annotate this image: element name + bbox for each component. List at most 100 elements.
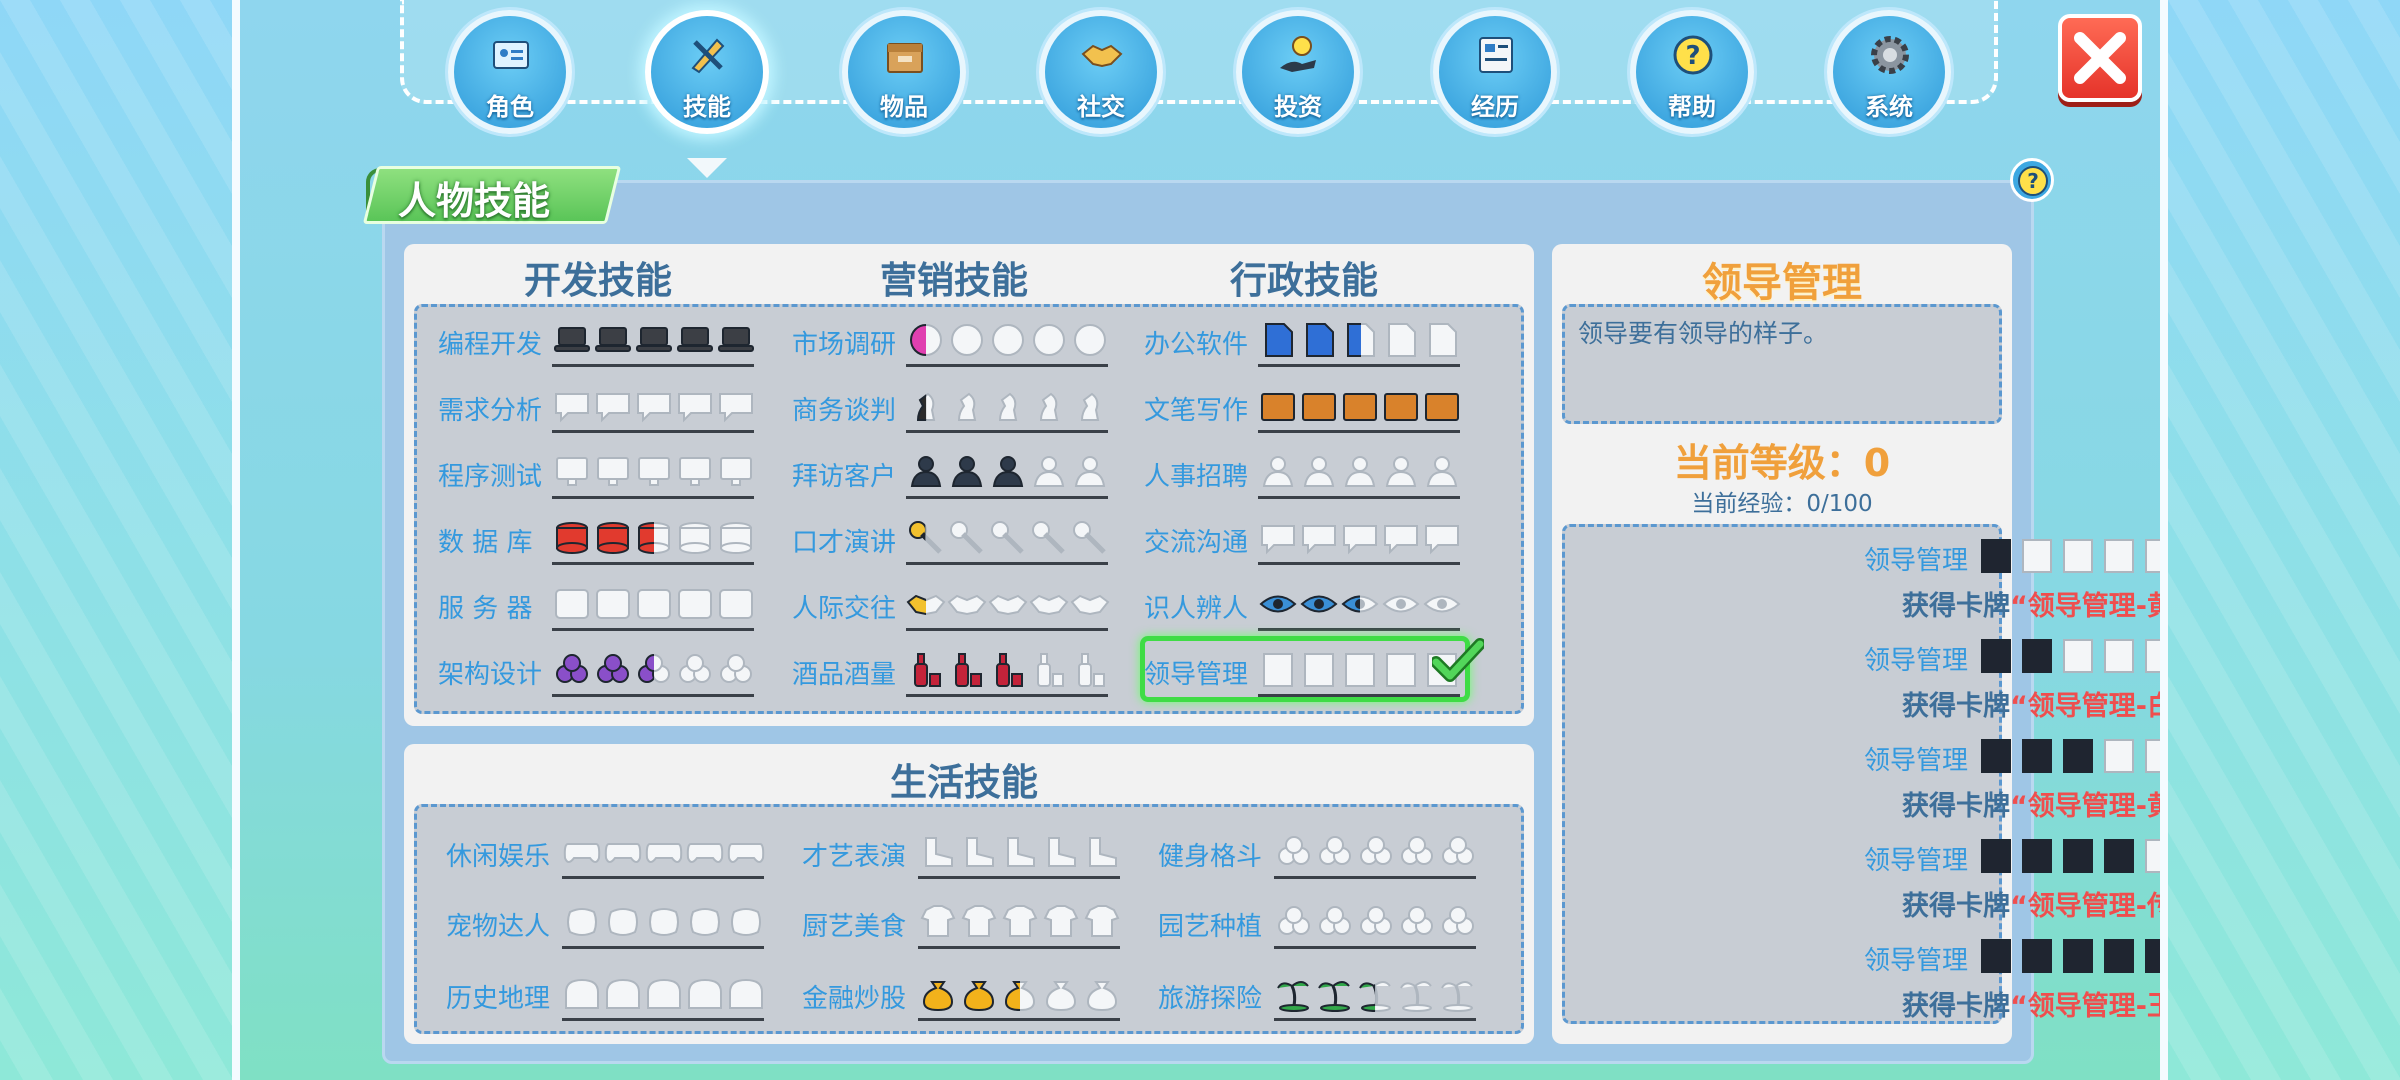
gear-icon	[1871, 36, 1909, 74]
skill-underline	[552, 430, 754, 433]
skill-underline	[918, 946, 1120, 949]
card-prefix: 获得卡牌	[1902, 591, 2010, 622]
skill-name: 需求分析	[438, 396, 543, 426]
cubes-icon	[720, 654, 752, 683]
pencil-ruler-icon	[691, 38, 725, 74]
boot-icon	[1048, 837, 1076, 867]
panel-help-button[interactable]: ?	[2010, 158, 2054, 202]
wine-bottle-icon	[1078, 653, 1105, 687]
pie-chart-icon	[910, 324, 942, 356]
plant-icon	[1360, 906, 1392, 935]
nav-button-2[interactable]: 技能	[645, 10, 769, 134]
level-icons	[1976, 736, 2160, 776]
nav-label: 经历	[1471, 93, 1519, 121]
cubes-icon	[679, 654, 711, 683]
nav-button-5[interactable]: 投资	[1236, 10, 1360, 134]
close-button[interactable]	[2058, 14, 2142, 102]
globe-icon	[729, 978, 763, 1009]
microphone-icon	[950, 521, 983, 554]
level-skill-name: 领导管理	[1864, 946, 1969, 976]
nav-button-1[interactable]: 角色	[448, 10, 572, 134]
skill-underline	[906, 364, 1108, 367]
nav-button-3[interactable]: 物品	[842, 10, 966, 134]
business-person-icon	[1074, 456, 1106, 487]
eye-icon	[1300, 595, 1338, 613]
skill-underline	[552, 562, 754, 565]
card-prefix: 获得卡牌	[1902, 791, 2010, 822]
microphone-icon	[1073, 521, 1106, 554]
suit-icon	[2145, 539, 2160, 573]
selected-skill-highlight	[1140, 636, 1470, 702]
business-person-icon	[992, 456, 1024, 487]
skill-level-icons	[552, 386, 757, 426]
person-icon	[1426, 456, 1458, 487]
nav-button-6[interactable]: 经历	[1433, 10, 1557, 134]
chat-icon	[1425, 525, 1459, 555]
cubes-icon	[597, 654, 629, 683]
boot-icon	[1007, 837, 1035, 867]
money-bag-icon	[1045, 981, 1077, 1012]
skill-underline	[906, 694, 1108, 697]
left-background	[0, 0, 232, 1080]
person-icon	[1262, 456, 1294, 487]
business-person-icon	[1033, 456, 1065, 487]
skill-underline	[552, 496, 754, 499]
skill-level-icons	[552, 452, 757, 492]
nav-button-8[interactable]: 系统	[1827, 10, 1951, 134]
level-icons	[1976, 636, 2160, 676]
suit-icon	[1981, 939, 2011, 973]
handshake-icon	[1029, 594, 1069, 616]
skill-underline	[552, 364, 754, 367]
skill-underline	[1258, 496, 1460, 499]
pet-icon	[567, 908, 597, 936]
pie-chart-icon	[992, 324, 1024, 356]
monitor-icon	[556, 457, 588, 486]
skill-underline	[562, 1018, 764, 1021]
level-skill-name: 领导管理	[1864, 546, 1969, 576]
suit-icon	[2022, 639, 2052, 673]
skill-name: 文笔写作	[1144, 396, 1249, 426]
skill-level-icons	[1274, 902, 1479, 942]
level-card-reward: 获得卡牌“领导管理-传奇”	[1902, 884, 2160, 923]
server-icon	[678, 589, 712, 619]
skill-level-icons	[552, 584, 757, 624]
handshake-icon	[906, 594, 946, 616]
skill-underline	[906, 496, 1108, 499]
eye-icon	[1382, 595, 1420, 613]
chat-icon	[1384, 525, 1418, 555]
suit-icon	[2145, 639, 2160, 673]
wine-bottle-icon	[1037, 653, 1064, 687]
chess-icon	[957, 392, 977, 421]
skill-level-icons	[552, 650, 757, 690]
nav-button-4[interactable]: 社交	[1039, 10, 1163, 134]
skill-underline	[1274, 1018, 1476, 1021]
globe-icon	[606, 978, 640, 1009]
database-icon	[638, 522, 670, 554]
plant-icon	[1401, 906, 1433, 935]
globe-icon	[565, 978, 599, 1009]
chess-icon	[1080, 392, 1100, 421]
pie-chart-icon	[1074, 324, 1106, 356]
skill-level-icons	[1258, 320, 1463, 360]
fist-icon	[1442, 836, 1474, 865]
laptop-icon	[595, 327, 631, 352]
business-person-icon	[951, 456, 983, 487]
nav-button-7[interactable]: ? 帮助	[1630, 10, 1754, 134]
skill-name: 厨艺美食	[802, 912, 907, 942]
pet-icon	[690, 908, 720, 936]
skill-name: 识人辨人	[1144, 594, 1249, 624]
laptop-icon	[636, 327, 672, 352]
fist-icon	[1401, 836, 1433, 865]
skill-name: 宠物达人	[446, 912, 551, 942]
skill-level-icons	[1258, 452, 1463, 492]
wine-bottle-icon	[996, 653, 1023, 687]
database-icon	[597, 522, 629, 554]
suit-icon	[2063, 739, 2093, 773]
handshake-icon	[1070, 594, 1110, 616]
skill-level-icons	[1258, 584, 1463, 624]
speech-bubble-icon	[637, 393, 671, 423]
skill-name: 园艺种植	[1158, 912, 1263, 942]
eye-icon	[1259, 595, 1297, 613]
nav-label: 技能	[683, 93, 731, 121]
notebook-icon	[1384, 393, 1418, 421]
